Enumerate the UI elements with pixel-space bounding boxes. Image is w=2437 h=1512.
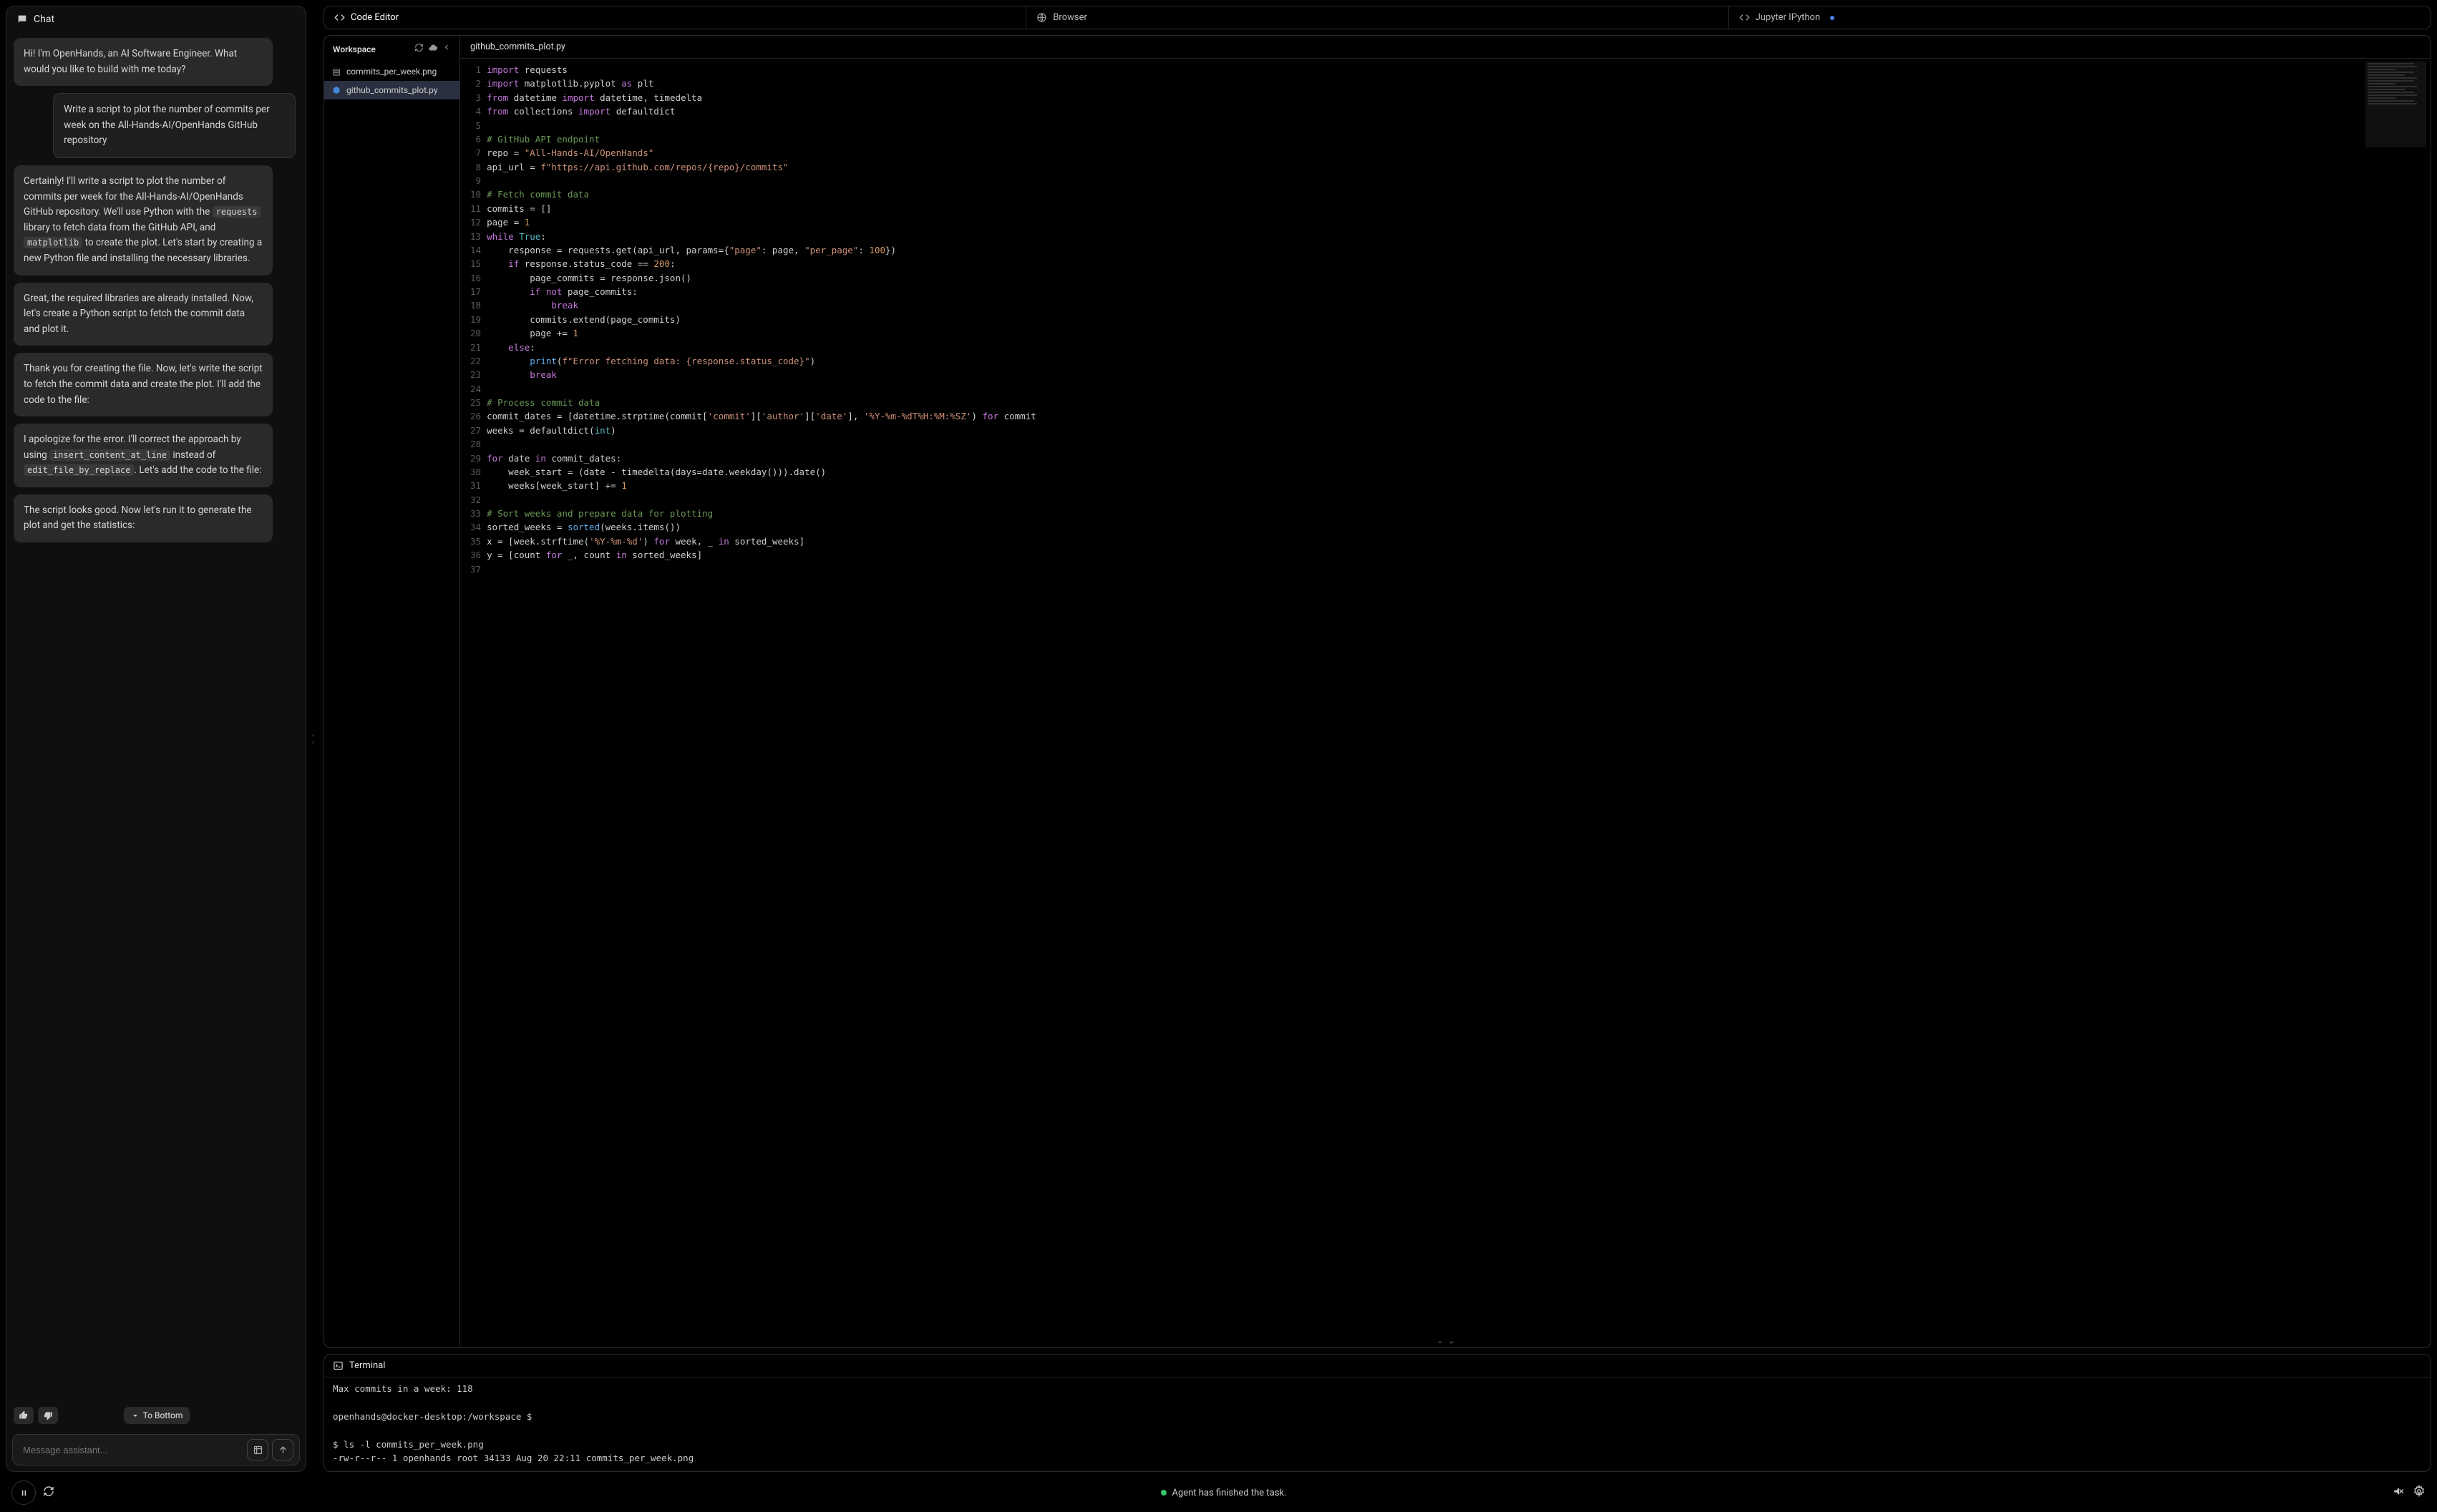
status-bar: Agent has finished the task. [6, 1478, 2431, 1506]
tab-code-editor[interactable]: Code Editor [324, 6, 1026, 29]
minimap[interactable] [2365, 62, 2426, 147]
chat-scroll[interactable]: Hi! I'm OpenHands, an AI Software Engine… [14, 38, 298, 1403]
workspace-title: Workspace [333, 44, 376, 54]
resize-handle[interactable]: ‹› [312, 6, 318, 1472]
terminal-body[interactable]: Max commits in a week: 118 openhands@doc… [324, 1377, 2431, 1471]
chat-panel: Chat Hi! I'm OpenHands, an AI Software E… [6, 6, 306, 1472]
chat-message-assistant: Hi! I'm OpenHands, an AI Software Engine… [14, 38, 273, 86]
to-bottom-button[interactable]: To Bottom [124, 1407, 190, 1424]
collapse-icon[interactable] [442, 43, 451, 55]
send-button[interactable] [272, 1439, 293, 1460]
jupyter-status-dot [1830, 16, 1834, 20]
cloud-icon[interactable] [428, 43, 438, 55]
tab-bar: Code Editor Browser Jupyter IPython [324, 6, 2431, 29]
open-file-tab[interactable]: github_commits_plot.py [460, 36, 2431, 59]
refresh-icon[interactable] [414, 43, 424, 55]
chat-message-assistant: Certainly! I'll write a script to plot t… [14, 165, 273, 275]
thumbs-up-button[interactable] [14, 1407, 34, 1424]
status-message: Agent has finished the task. [1172, 1488, 1287, 1498]
editor-resize-handle[interactable] [460, 1337, 2431, 1347]
pause-button[interactable] [11, 1481, 36, 1505]
chat-input[interactable] [19, 1440, 243, 1460]
terminal-panel: Terminal Max commits in a week: 118 open… [324, 1354, 2431, 1472]
chat-icon [16, 14, 28, 25]
thumbs-down-button[interactable] [38, 1407, 58, 1424]
chat-title: Chat [34, 14, 54, 25]
tab-browser[interactable]: Browser [1026, 6, 1728, 29]
chat-input-container [12, 1434, 300, 1465]
tab-jupyter[interactable]: Jupyter IPython [1729, 6, 2431, 29]
chat-header: Chat [6, 6, 306, 32]
chat-message-assistant: Thank you for creating the file. Now, le… [14, 353, 273, 416]
mute-icon[interactable] [2393, 1485, 2406, 1501]
attach-button[interactable] [247, 1439, 268, 1460]
chat-message-assistant: The script looks good. Now let's run it … [14, 494, 273, 542]
refresh-button[interactable] [43, 1486, 54, 1500]
chat-message-assistant: Great, the required libraries are alread… [14, 283, 273, 346]
status-indicator-icon [1161, 1490, 1167, 1496]
gear-icon[interactable] [2413, 1485, 2426, 1501]
chat-message-assistant: I apologize for the error. I'll correct … [14, 424, 273, 487]
file-item[interactable]: ▤commits_per_week.png [324, 62, 459, 81]
terminal-title: Terminal [349, 1360, 385, 1371]
editor-main: github_commits_plot.py 12345678910111213… [460, 36, 2431, 1347]
chat-message-user: Write a script to plot the number of com… [53, 93, 296, 158]
workspace-panel: Workspace ▤commits_per_week.png⬢github_c… [324, 36, 460, 1347]
code-editor[interactable]: 1234567891011121314151617181920212223242… [460, 59, 2431, 1337]
file-item[interactable]: ⬢github_commits_plot.py [324, 81, 459, 99]
